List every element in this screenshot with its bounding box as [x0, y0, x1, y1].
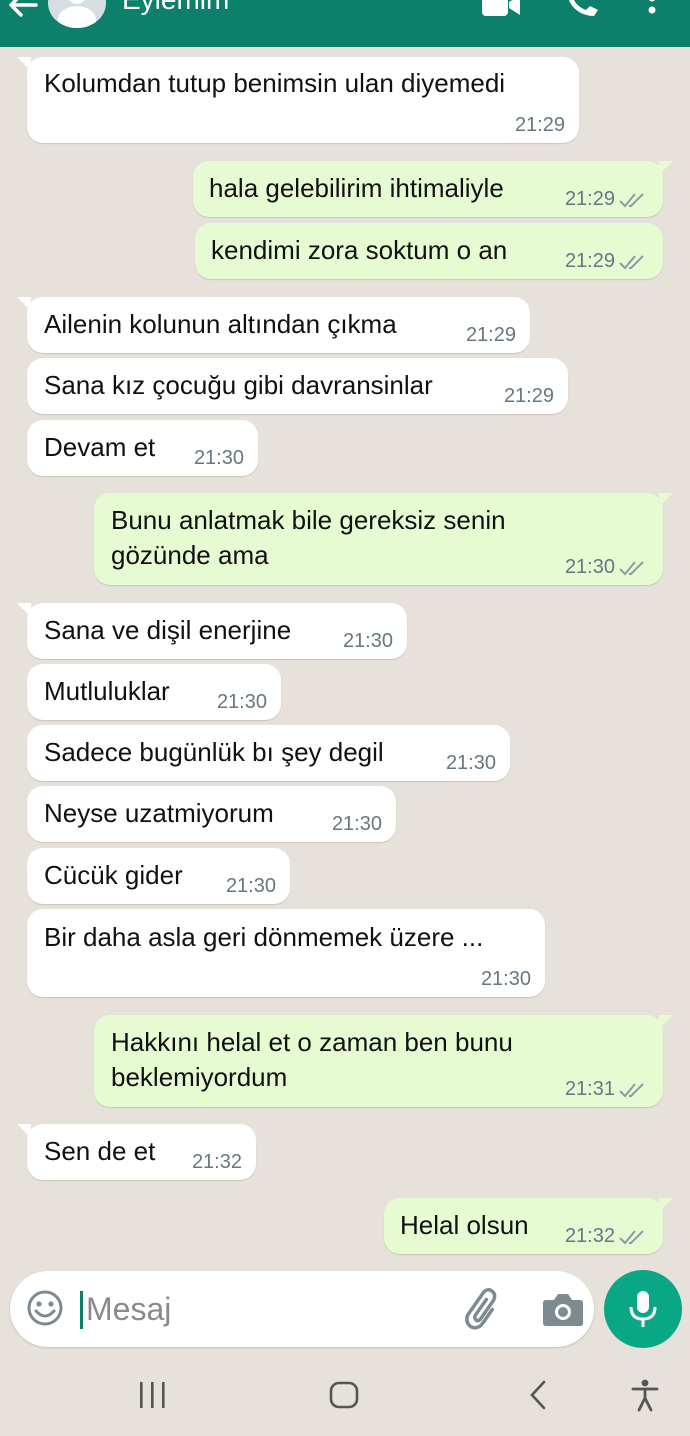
- bubble-tail: [659, 493, 673, 507]
- message-time: 21:31: [564, 1078, 615, 1100]
- incoming-message[interactable]: Neyse uzatmiyorum 21:30: [27, 786, 396, 842]
- video-call-icon[interactable]: [482, 0, 520, 16]
- incoming-message[interactable]: Bir daha asla geri dönmemek üzere ... 21…: [27, 909, 545, 997]
- chat-header: Eylemim: [0, 0, 690, 47]
- more-vert-icon[interactable]: [646, 0, 658, 16]
- message-text-line: Hakkını helal et o zaman ben bunu: [111, 1027, 513, 1057]
- message-text: Helal olsun: [400, 1210, 529, 1240]
- outgoing-message[interactable]: Hakkını helal et o zaman ben bunu beklem…: [94, 1015, 673, 1107]
- bubble-tail: [659, 1015, 673, 1029]
- message-text: Mutluluklar: [44, 676, 170, 706]
- emoji-icon[interactable]: [26, 1289, 64, 1327]
- read-ticks-icon: [619, 1230, 644, 1245]
- camera-icon[interactable]: [542, 1291, 584, 1327]
- back-icon[interactable]: [526, 1378, 550, 1412]
- message-time: 21:29: [465, 324, 516, 346]
- incoming-message[interactable]: Sana ve dişil enerjine 21:30: [17, 603, 407, 659]
- read-ticks-icon: [619, 193, 644, 208]
- message-list[interactable]: Kolumdan tutup benimsin ulan diyemedi 21…: [0, 47, 690, 1267]
- incoming-message[interactable]: Sadece bugünlük bı şey degil 21:30: [27, 725, 510, 781]
- arrow-left-icon[interactable]: [8, 0, 38, 18]
- message-time: 21:30: [445, 752, 496, 774]
- bubble-tail: [17, 57, 31, 71]
- message-text: Kolumdan tutup benimsin ulan diyemedi: [44, 68, 506, 98]
- message-time: 21:32: [564, 1225, 615, 1247]
- message-text: Cücük gider: [44, 860, 183, 890]
- message-text: Devam et: [44, 432, 156, 462]
- incoming-message[interactable]: Mutluluklar 21:30: [27, 664, 281, 720]
- microphone-icon: [629, 1291, 657, 1327]
- message-time: 21:32: [191, 1151, 242, 1173]
- avatar-head-shape: [68, 0, 86, 4]
- accessibility-icon[interactable]: [630, 1378, 660, 1412]
- text-cursor: [80, 1291, 83, 1329]
- incoming-message[interactable]: Cücük gider 21:30: [27, 848, 290, 904]
- incoming-message[interactable]: Sen de et 21:32: [17, 1124, 256, 1180]
- bubble-tail: [659, 161, 673, 175]
- message-text: Sen de et: [44, 1136, 156, 1166]
- message-time: 21:30: [331, 813, 382, 835]
- incoming-message[interactable]: Sana kız çocuğu gibi davransinlar 21:29: [27, 358, 568, 414]
- read-ticks-icon: [619, 1083, 644, 1098]
- paperclip-icon[interactable]: [462, 1287, 506, 1331]
- bubble-tail: [659, 1198, 673, 1212]
- message-text: Sana kız çocuğu gibi davransinlar: [44, 370, 433, 400]
- message-composer: [10, 1271, 594, 1347]
- message-time: 21:30: [216, 691, 267, 713]
- message-text: Sadece bugünlük bı şey degil: [44, 737, 384, 767]
- message-time: 21:29: [503, 385, 554, 407]
- message-input[interactable]: [86, 1285, 446, 1333]
- incoming-message[interactable]: Ailenin kolunun altından çıkma 21:29: [17, 297, 530, 353]
- incoming-message[interactable]: Kolumdan tutup benimsin ulan diyemedi 21…: [17, 57, 579, 143]
- avatar-shoulders-shape: [58, 6, 96, 28]
- recent-apps-icon[interactable]: [136, 1378, 168, 1412]
- home-icon[interactable]: [328, 1378, 360, 1412]
- message-text: Neyse uzatmiyorum: [44, 798, 274, 828]
- phone-icon[interactable]: [566, 0, 598, 16]
- message-time: 21:29: [514, 114, 565, 136]
- incoming-message[interactable]: Devam et 21:30: [27, 420, 258, 476]
- message-text: hala gelebilirim ihtimaliyle: [209, 173, 504, 203]
- message-text: Sana ve dişil enerjine: [44, 615, 292, 645]
- message-text: Bir daha asla geri dönmemek üzere ...: [44, 922, 484, 952]
- message-time: 21:30: [225, 875, 276, 897]
- contact-name[interactable]: Eylemim: [122, 0, 229, 16]
- bubble-tail: [17, 1124, 31, 1138]
- message-text: Ailenin kolunun altından çıkma: [44, 309, 397, 339]
- message-text-line: Bunu anlatmak bile gereksiz senin: [111, 505, 506, 535]
- read-ticks-icon: [619, 561, 644, 576]
- bubble-tail: [17, 603, 31, 617]
- outgoing-message[interactable]: Bunu anlatmak bile gereksiz senin gözünd…: [94, 493, 673, 585]
- read-ticks-icon: [619, 255, 644, 270]
- outgoing-message[interactable]: Helal olsun 21:32: [384, 1198, 673, 1254]
- message-time: 21:30: [564, 556, 615, 578]
- message-time: 21:30: [342, 630, 393, 652]
- avatar[interactable]: [48, 0, 106, 28]
- message-time: 21:29: [564, 250, 615, 272]
- bubble-tail: [17, 297, 31, 311]
- voice-record-button[interactable]: [604, 1270, 682, 1348]
- message-time: 21:29: [564, 188, 615, 210]
- message-text-line: beklemiyordum: [111, 1062, 288, 1092]
- message-time: 21:30: [193, 447, 244, 469]
- message-text-line: gözünde ama: [111, 540, 269, 570]
- message-text: kendimi zora soktum o an: [211, 235, 508, 265]
- outgoing-message[interactable]: kendimi zora soktum o an 21:29: [195, 223, 663, 279]
- system-navigation-bar: [0, 1356, 690, 1436]
- message-time: 21:30: [480, 968, 531, 990]
- outgoing-message[interactable]: hala gelebilirim ihtimaliyle 21:29: [193, 161, 673, 217]
